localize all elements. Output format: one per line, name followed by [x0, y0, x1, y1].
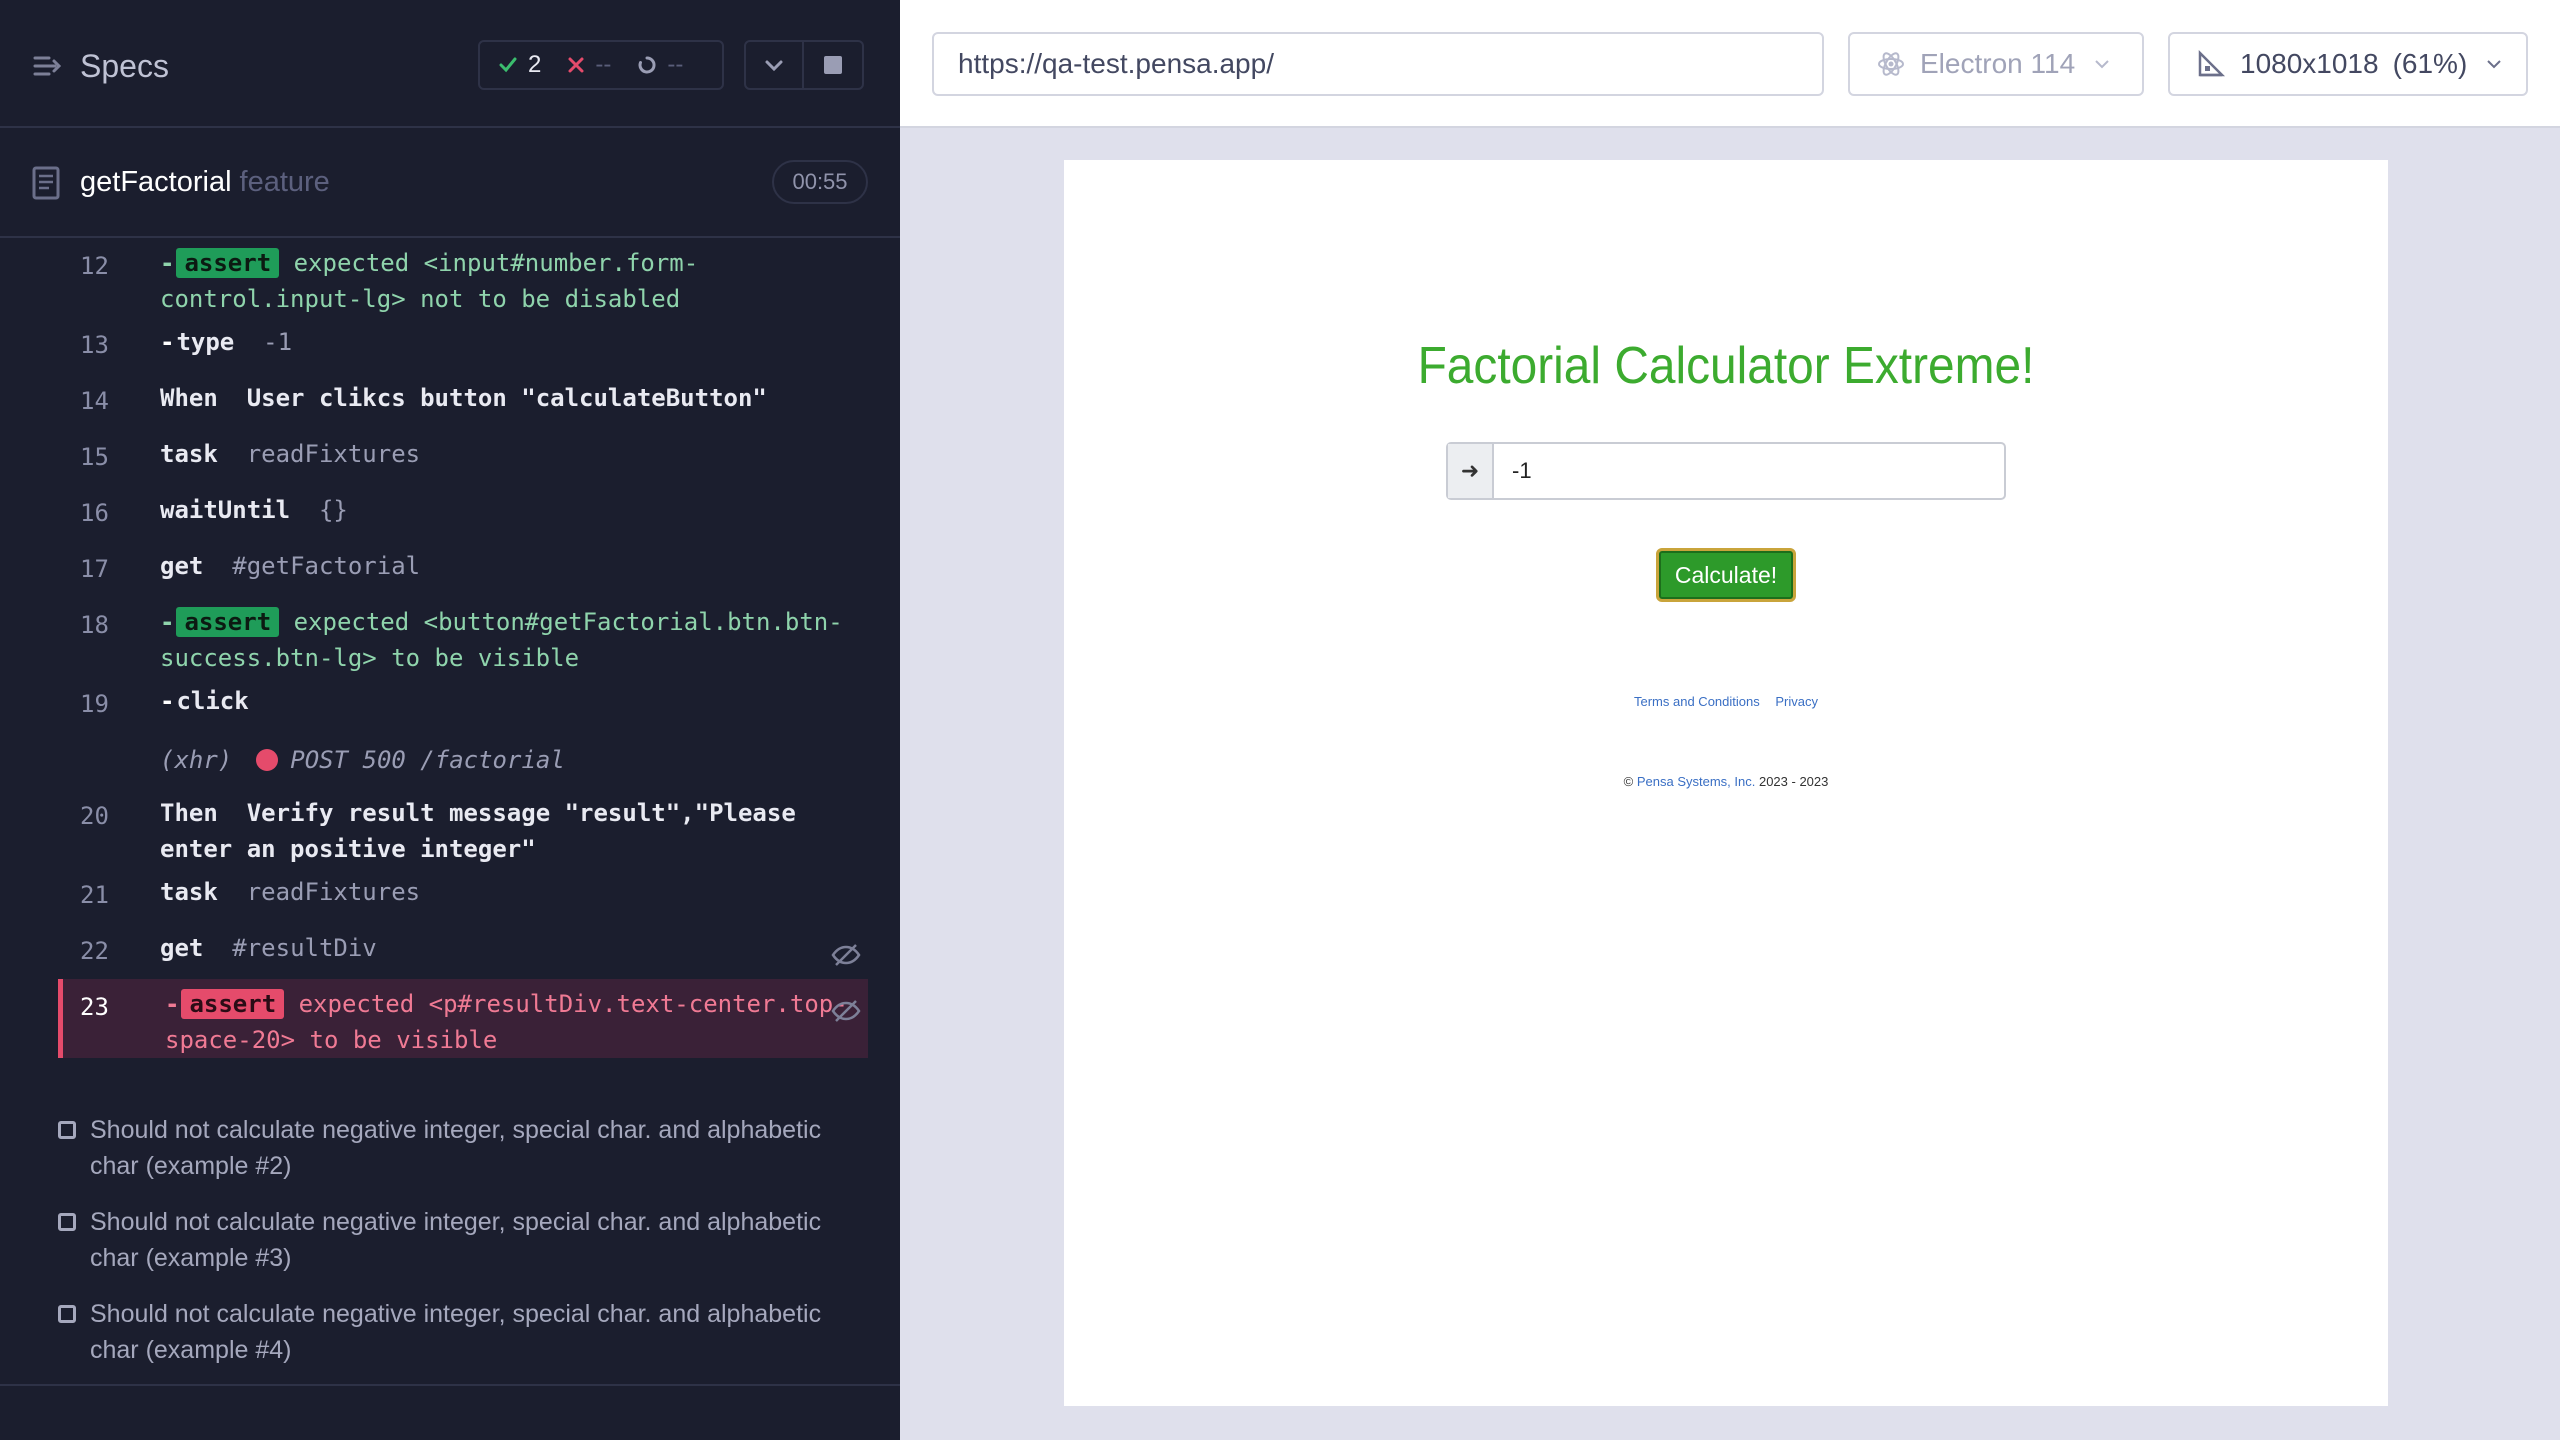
command-assert-passed[interactable]: 12- assert expected <input#number.form-co… [58, 238, 868, 317]
pending-count: -- [637, 51, 683, 79]
test-item[interactable]: Should not calculate negative integer, s… [58, 1204, 868, 1276]
test-status-icon [58, 1213, 76, 1231]
line-number: 19 [80, 690, 109, 718]
aut-header: https://qa-test.pensa.app/ Electron 114 … [900, 0, 2560, 128]
command-assert-passed[interactable]: 18- assert expected <button#getFactorial.… [58, 597, 868, 676]
chevron-down-icon [765, 60, 783, 72]
command-arg: {} [318, 496, 348, 524]
command-task[interactable]: 21 task readFixtures [58, 867, 868, 923]
command-name: waitUntil [160, 496, 291, 524]
expand-all-button[interactable] [744, 40, 804, 90]
command-arg: User clikcs button "calculateButton" [246, 384, 767, 412]
number-input[interactable] [1494, 444, 2004, 498]
spec-header: getFactorial feature 00:55 [0, 128, 900, 238]
command-log: 12- assert expected <input#number.form-co… [58, 238, 868, 1058]
line-number: 13 [80, 331, 109, 359]
viewport-selector[interactable]: 1080x1018 (61%) [2168, 32, 2528, 96]
command-name: click [176, 687, 249, 715]
reporter-panel: Specs 2 -- -- getFactorial feature 00:55… [0, 0, 900, 1440]
chevron-down-icon [2095, 60, 2109, 69]
spinner-icon [638, 56, 656, 74]
command-name: task [160, 440, 218, 468]
command-type[interactable]: 13 -type -1 [58, 317, 868, 373]
reporter-header: Specs 2 -- -- [0, 0, 900, 128]
assert-badge: assert [176, 248, 280, 278]
line-number: 12 [80, 252, 109, 280]
electron-icon [1878, 52, 1904, 76]
stop-icon [824, 56, 842, 74]
menu-collapse-icon [33, 56, 62, 76]
line-number: 14 [80, 387, 109, 415]
line-number: 23 [80, 993, 109, 1021]
command-name: get [160, 552, 204, 580]
line-number: 16 [80, 499, 109, 527]
arrow-right-icon: ➜ [1448, 444, 1494, 498]
test-status-icon [58, 1121, 76, 1139]
assert-badge: assert [176, 607, 280, 637]
aut-panel: https://qa-test.pensa.app/ Electron 114 … [900, 0, 2560, 1440]
line-number: 15 [80, 443, 109, 471]
command-task[interactable]: 15 task readFixtures [58, 429, 868, 485]
check-icon [499, 57, 517, 73]
command-name: Then [160, 799, 218, 827]
footer-links: Terms and Conditions Privacy [1064, 694, 2388, 709]
document-icon [32, 166, 60, 200]
app-title: Factorial Calculator Extreme! [1417, 337, 2035, 395]
command-waituntil[interactable]: 16 waitUntil {} [58, 485, 868, 541]
command-get[interactable]: 17 get #getFactorial [58, 541, 868, 597]
specs-label: Specs [80, 47, 169, 84]
spec-title: getFactorial feature [80, 166, 330, 198]
spec-duration: 00:55 [772, 160, 868, 204]
line-number: 22 [80, 937, 109, 965]
specs-toggle[interactable]: Specs [32, 44, 169, 88]
terms-link[interactable]: Terms and Conditions [1634, 694, 1760, 709]
eye-slash-icon[interactable] [830, 939, 862, 971]
browser-selector[interactable]: Electron 114 [1848, 32, 2144, 96]
command-name: get [160, 934, 204, 962]
failed-count: -- [567, 51, 611, 79]
line-number: 21 [80, 881, 109, 909]
eye-slash-icon[interactable] [830, 995, 862, 1027]
test-stats: 2 -- -- [478, 40, 724, 90]
command-arg: -1 [263, 328, 293, 356]
command-arg: Verify result message "result","Please e… [160, 799, 796, 863]
app-under-test-frame: Factorial Calculator Extreme! ➜ Calculat… [1064, 160, 2388, 1406]
copyright: © Pensa Systems, Inc. 2023 - 2023 [1623, 774, 1829, 789]
command-name: type [176, 328, 235, 356]
command-when[interactable]: 14 When User clikcs button "calculateButt… [58, 373, 868, 429]
line-number: 20 [80, 802, 109, 830]
company-link[interactable]: Pensa Systems, Inc. [1637, 774, 1756, 789]
url-bar[interactable]: https://qa-test.pensa.app/ [932, 32, 1824, 96]
x-icon [568, 57, 584, 73]
command-arg: #resultDiv [232, 934, 377, 962]
passed-count: 2 [498, 51, 541, 79]
assert-badge: assert [181, 989, 285, 1019]
ruler-icon [2198, 49, 2226, 77]
command-click[interactable]: 19 -click [58, 676, 868, 732]
command-arg: readFixtures [246, 440, 421, 468]
command-name: When [160, 384, 218, 412]
command-arg: #getFactorial [232, 552, 421, 580]
test-item[interactable]: Should not calculate negative integer, s… [58, 1296, 868, 1368]
command-assert-failed[interactable]: 23- assert expected <p#resultDiv.text-cen… [58, 979, 868, 1058]
calculate-button[interactable]: Calculate! [1656, 548, 1796, 602]
command-name: task [160, 878, 218, 906]
command-get[interactable]: 22 get #resultDiv [58, 923, 868, 979]
line-number: 18 [80, 611, 109, 639]
privacy-link[interactable]: Privacy [1775, 694, 1818, 709]
reporter-footer [0, 1384, 900, 1440]
xhr-request[interactable]: (xhr) POST 500 /factorial [58, 732, 868, 788]
chevron-down-icon [2487, 60, 2501, 69]
failed-request-icon [256, 749, 279, 771]
command-arg: readFixtures [246, 878, 421, 906]
number-input-group: ➜ [1446, 442, 2006, 500]
test-status-icon [58, 1305, 76, 1323]
test-list: Should not calculate negative integer, s… [58, 1112, 868, 1388]
command-then[interactable]: 20 Then Verify result message "result","P… [58, 788, 868, 867]
test-item[interactable]: Should not calculate negative integer, s… [58, 1112, 868, 1184]
line-number: 17 [80, 555, 109, 583]
stop-button[interactable] [804, 40, 864, 90]
